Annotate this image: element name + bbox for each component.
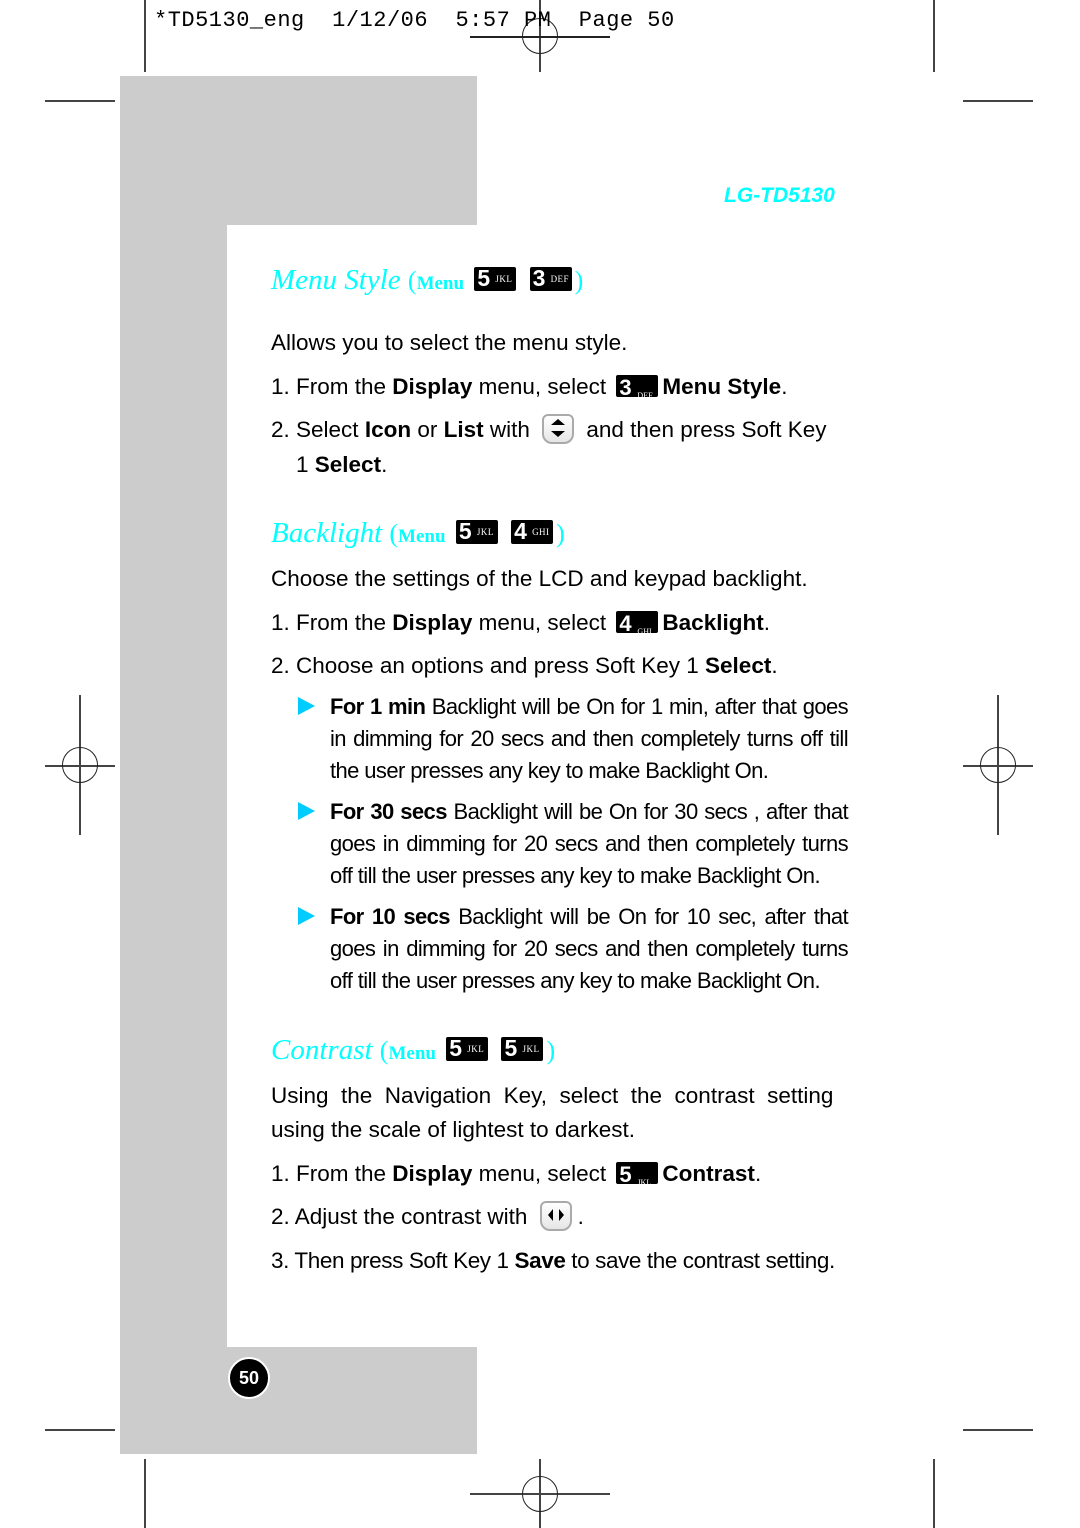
- heading-title: Contrast: [271, 1034, 373, 1066]
- contrast-step-2: 2. Adjust the contrast with .: [271, 1201, 584, 1233]
- print-slug: *TD5130_eng 1/12/06 5:57 PM Page 50: [154, 8, 675, 33]
- option-label: For 1 min: [330, 694, 426, 719]
- slug-filename: *TD5130_eng: [154, 8, 305, 33]
- option-label: For 30 secs: [330, 799, 447, 824]
- crop-mark: [144, 1459, 146, 1528]
- crop-mark: [963, 100, 1033, 102]
- registration-circle-icon: [980, 747, 1016, 783]
- backlight-option: For 30 secs Backlight will be On for 30 …: [298, 796, 849, 892]
- triangle-bullet-icon: [298, 907, 315, 925]
- gray-panel-left: [120, 225, 227, 1347]
- crop-mark: [963, 1429, 1033, 1431]
- backlight-option: For 1 min Backlight will be On for 1 min…: [298, 691, 849, 787]
- key-5-jkl-icon: 5 JKL: [616, 1162, 659, 1187]
- slug-date: 1/12/06: [332, 8, 429, 33]
- triangle-bullet-icon: [298, 697, 315, 715]
- menu-style-step-1: 1. From the Display menu, select 3 DEF Men…: [271, 374, 788, 401]
- page-number-badge: 50: [228, 1357, 270, 1399]
- backlight-step-1: 1. From the Display menu, select 4 GHI Bac…: [271, 610, 770, 637]
- registration-circle-icon: [62, 747, 98, 783]
- backlight-step-2: 2. Choose an options and press Soft Key …: [271, 653, 778, 678]
- section-heading-backlight: Backlight (Menu 5 JKL 4 GHI): [271, 517, 565, 549]
- crop-mark: [933, 0, 935, 72]
- key-5-jkl-icon: 5 JKL: [455, 518, 498, 545]
- slug-underline: [470, 36, 610, 38]
- crop-mark: [45, 1429, 115, 1431]
- heading-menu-label: Menu: [416, 273, 465, 294]
- menu-style-intro: Allows you to select the menu style.: [271, 330, 628, 355]
- option-label: For 10 secs: [330, 904, 451, 929]
- key-4-ghi-icon: 4 GHI: [511, 518, 554, 545]
- brand-model: LG-TD5130: [724, 184, 835, 207]
- contrast-step-1: 1. From the Display menu, select 5 JKL Con…: [271, 1161, 762, 1188]
- crop-mark: [144, 0, 146, 72]
- slug-time: 5:57 PM: [455, 8, 552, 33]
- key-3-def-icon: 3 DEF: [616, 375, 659, 400]
- triangle-bullet-icon: [298, 802, 315, 820]
- registration-circle-icon: [522, 1476, 558, 1512]
- key-3-def-icon: 3 DEF: [529, 265, 572, 292]
- key-5-jkl-icon: 5 JKL: [501, 1035, 544, 1062]
- up-down-nav-key-icon: [542, 414, 575, 445]
- gray-panel-top: [120, 76, 477, 225]
- menu-style-step-2: 2. Select Icon or List with and then pre…: [271, 414, 827, 446]
- contrast-intro-line-1: Using the Navigation Key, select the con…: [271, 1083, 834, 1108]
- menu-style-step-2-cont: 1 Select.: [296, 452, 388, 477]
- contrast-intro-line-2: using the scale of lightest to darkest.: [271, 1117, 635, 1142]
- backlight-option: For 10 secs Backlight will be On for 10 …: [298, 901, 849, 997]
- heading-menu-label: Menu: [388, 1043, 436, 1064]
- heading-menu-label: Menu: [398, 526, 446, 547]
- slug-page: Page 50: [578, 8, 675, 33]
- heading-title: Menu Style: [271, 264, 401, 296]
- key-4-ghi-icon: 4 GHI: [616, 611, 659, 636]
- left-right-nav-key-icon: [539, 1201, 572, 1232]
- gray-panel-bottom: [120, 1347, 477, 1454]
- crop-mark: [45, 100, 115, 102]
- heading-title: Backlight: [271, 517, 383, 549]
- section-heading-contrast: Contrast (Menu 5 JKL 5 JKL): [271, 1034, 556, 1066]
- contrast-step-3: 3. Then press Soft Key 1 Save to save th…: [271, 1248, 835, 1273]
- key-5-jkl-icon: 5 JKL: [474, 265, 517, 292]
- section-heading-menu-style: Menu Style (Menu 5 JKL 3 DEF): [271, 264, 584, 296]
- backlight-intro: Choose the settings of the LCD and keypa…: [271, 566, 808, 591]
- key-5-jkl-icon: 5 JKL: [446, 1035, 489, 1062]
- crop-mark: [933, 1459, 935, 1528]
